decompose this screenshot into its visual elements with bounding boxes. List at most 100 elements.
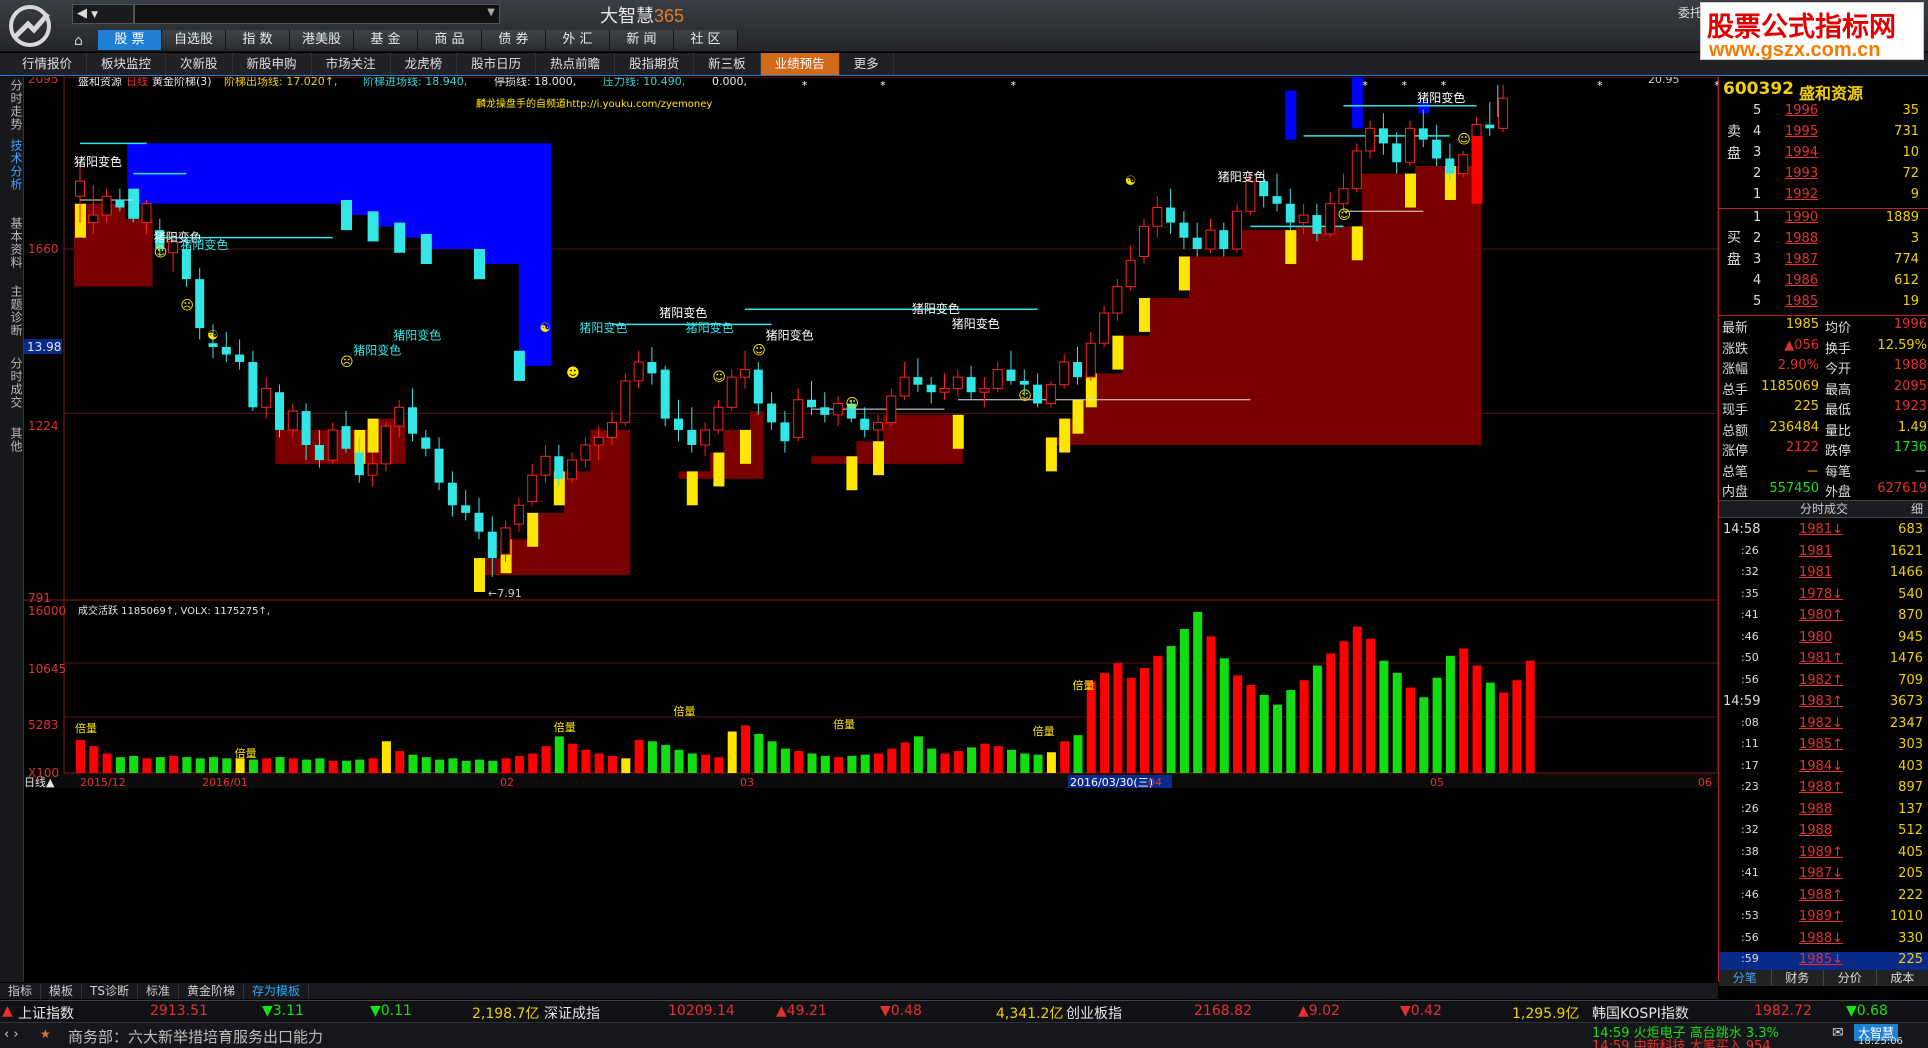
trade-row[interactable]: :35 1978↓ 540 (1719, 587, 1928, 608)
channel-link[interactable]: 麟龙操盘手的自频道http://i.youku.com/zyemoney (476, 97, 712, 110)
buy-row[interactable]: 4 1986 612 (1751, 273, 1925, 294)
trade-price: 1980↑ (1799, 608, 1843, 623)
nav-back-button[interactable]: ◀ ▼ (72, 4, 134, 24)
menu-item-1[interactable]: 自选股 (162, 30, 226, 50)
trade-row[interactable]: :38 1989↑ 405 (1719, 845, 1928, 866)
subtab-4[interactable]: 黄金阶梯 (179, 983, 245, 999)
ticker-sh-pct: ▼0.11 (370, 1003, 412, 1019)
trade-row[interactable]: :26 1981 1621 (1719, 544, 1928, 565)
alert-line-2[interactable]: 14:59 中新科技 大笔买入 954 (1592, 1035, 1771, 1048)
menu-item-7[interactable]: 外 汇 (546, 30, 610, 50)
news-headline[interactable]: 商务部：六大新举措培育服务出口能力 (68, 1026, 323, 1047)
candle-body (341, 426, 351, 449)
home-icon[interactable]: ⌂ (74, 33, 83, 49)
candle-body (979, 387, 990, 393)
subtab-5[interactable]: 存为模板 (244, 983, 310, 999)
trade-row[interactable]: :41 1980↑ 870 (1719, 608, 1928, 629)
trade-row[interactable]: :46 1988↑ 222 (1719, 888, 1928, 909)
subtab-0[interactable]: 指标 (0, 983, 42, 999)
function-tab-7[interactable]: 热点前瞻 (536, 53, 616, 75)
quote-tab-0[interactable]: 分笔 (1719, 970, 1772, 986)
vtab-5[interactable]: 其他 (2, 427, 23, 453)
trade-row[interactable]: :11 1985↑ 303 (1719, 737, 1928, 758)
orderbook-divider (1719, 208, 1928, 209)
trades-detail-button[interactable]: 细 (1911, 501, 1923, 518)
news-prev-icon[interactable]: ‹ › (4, 1027, 19, 1042)
vtab-2[interactable]: 基本资料 (2, 217, 23, 269)
trade-row[interactable]: :17 1984↓ 403 (1719, 759, 1928, 780)
quote-tab-3[interactable]: 成本 (1877, 970, 1928, 986)
volume-bar (727, 731, 737, 773)
function-tab-4[interactable]: 市场关注 (312, 53, 391, 75)
entrust-button[interactable]: 委托 (1678, 4, 1702, 21)
subtab-3[interactable]: 标准 (138, 983, 179, 999)
trade-row[interactable]: :56 1988↓ 330 (1719, 931, 1928, 952)
function-tab-8[interactable]: 股指期货 (615, 53, 695, 75)
menu-item-8[interactable]: 新 闻 (610, 30, 674, 50)
function-tab-10[interactable]: 业绩预告 (760, 53, 840, 75)
dzh-logo-icon (9, 5, 51, 47)
volume-bar (661, 744, 671, 773)
function-tab-3[interactable]: 新股申购 (233, 53, 312, 75)
sell-row[interactable]: 2 1993 72 (1751, 166, 1925, 187)
subtab-2[interactable]: TS诊断 (82, 983, 138, 999)
trade-row[interactable]: :53 1989↑ 1010 (1719, 909, 1928, 930)
menu-item-6[interactable]: 债 券 (482, 30, 546, 50)
date-label: 04 (1148, 776, 1162, 789)
trade-row[interactable]: :08 1982↓ 2347 (1719, 716, 1928, 737)
ticker-kr-name[interactable]: 韩国KOSPI指数 (1592, 1003, 1689, 1023)
kline-chart[interactable]: ***********☺☹☯☹☯☻☺☺☺☺☯☺☺ 猪阳变色猪阳变色猪阳变色猪阳变… (24, 77, 1718, 982)
function-tab-1[interactable]: 板块监控 (87, 53, 167, 75)
trade-row[interactable]: :32 1981 1466 (1719, 565, 1928, 586)
ticker-cy-name[interactable]: 创业板指 (1066, 1003, 1122, 1023)
trade-row[interactable]: 14:59 1983↑ 3673 (1719, 694, 1928, 715)
sell-row[interactable]: 5 1996 35 (1751, 103, 1925, 124)
quote-tab-2[interactable]: 分价 (1824, 970, 1877, 986)
menu-item-3[interactable]: 港美股 (290, 30, 354, 50)
function-tab-6[interactable]: 股市日历 (457, 53, 537, 75)
buy-row[interactable]: 1 1990 1889 (1751, 210, 1925, 231)
function-tab-0[interactable]: 行情报价 (8, 53, 88, 75)
mail-icon[interactable]: ✉ (1832, 1025, 1844, 1041)
trade-time: :32 (1741, 823, 1759, 836)
ticker-sh-name[interactable]: 上证指数 (18, 1003, 74, 1023)
sell-row[interactable]: 1 1992 9 (1751, 187, 1925, 208)
vtab-3[interactable]: 主题诊断 (2, 285, 23, 337)
menu-item-2[interactable]: 指 数 (226, 30, 290, 50)
site-watermark: 股票公式指标网 www.gszx.com.cn (1700, 2, 1924, 61)
vtab-1[interactable]: 技术分析 (2, 139, 23, 191)
ticker-sz-chg: ▲49.21 (776, 1003, 827, 1019)
ask-price: 1996 (1785, 103, 1819, 118)
trade-row[interactable]: :26 1988 137 (1719, 802, 1928, 823)
menu-item-5[interactable]: 商 品 (418, 30, 482, 50)
quote-tab-1[interactable]: 财务 (1772, 970, 1824, 986)
trade-row[interactable]: 14:58 1981↓ 683 (1719, 522, 1928, 543)
buy-row[interactable]: 3 1987 774 (1751, 252, 1925, 273)
vtab-4[interactable]: 分时成交 (2, 357, 23, 409)
menu-item-0[interactable]: 股 票 (98, 30, 162, 50)
function-tab-9[interactable]: 新三板 (694, 53, 761, 75)
trade-row[interactable]: :56 1982↑ 709 (1719, 673, 1928, 694)
buy-row[interactable]: 2 1988 3 (1751, 231, 1925, 252)
menu-item-9[interactable]: 社 区 (674, 30, 738, 50)
trade-row[interactable]: :50 1981↑ 1476 (1719, 651, 1928, 672)
address-combobox[interactable]: ▼ (134, 4, 500, 24)
menu-item-4[interactable]: 基 金 (354, 30, 418, 50)
trade-row[interactable]: :41 1987↓ 205 (1719, 866, 1928, 887)
chevron-down-icon[interactable]: ▼ (487, 7, 495, 18)
sell-row[interactable]: 3 1994 10 (1751, 145, 1925, 166)
trade-row[interactable]: :23 1988↑ 897 (1719, 780, 1928, 801)
function-tab-2[interactable]: 次新股 (166, 53, 233, 75)
function-tab-11[interactable]: 更多 (840, 53, 894, 75)
function-tab-5[interactable]: 龙虎榜 (391, 53, 458, 75)
candle-body (1458, 154, 1469, 175)
buy-row[interactable]: 5 1985 19 (1751, 294, 1925, 315)
trade-row[interactable]: :46 1980 945 (1719, 630, 1928, 651)
vtab-0[interactable]: 分时走势 (2, 79, 23, 131)
subtab-1[interactable]: 模板 (41, 983, 83, 999)
ticker-sz-name[interactable]: 深证成指 (544, 1003, 600, 1023)
trade-row[interactable]: :32 1988 512 (1719, 823, 1928, 844)
trade-price: 1984↓ (1799, 758, 1843, 774)
trade-volume: 512 (1898, 823, 1923, 838)
sell-row[interactable]: 4 1995 731 (1751, 124, 1925, 145)
